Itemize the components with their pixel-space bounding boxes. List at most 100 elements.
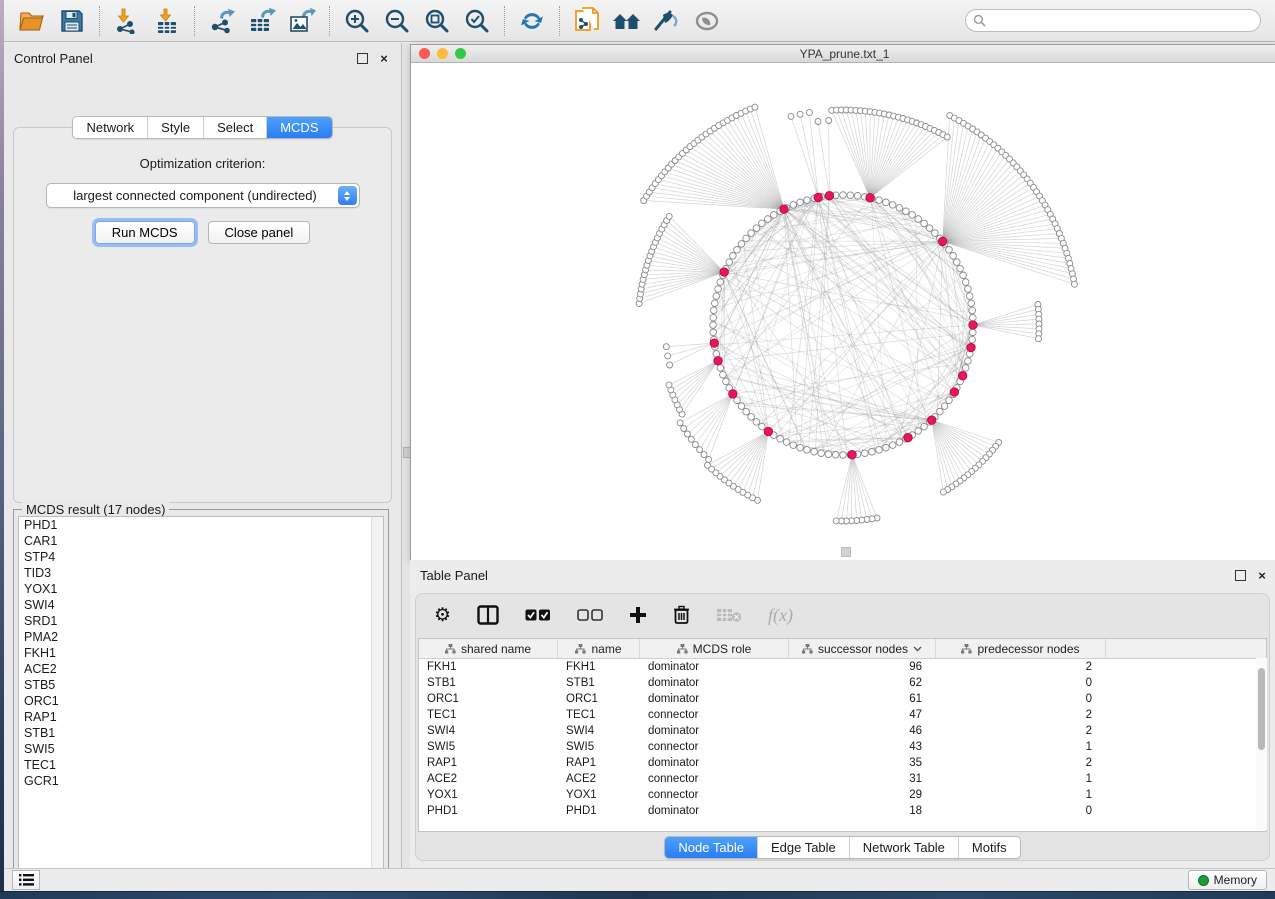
network-window-titlebar[interactable]: YPA_prune.txt_1 [411, 45, 1275, 63]
control-panel-tabs: NetworkStyleSelectMCDS [72, 116, 332, 139]
column-header-name[interactable]: name [558, 639, 640, 658]
table-row[interactable]: YOX1YOX1connector291 [419, 787, 1266, 803]
table-toolbar: ⚙ f(x) [416, 594, 1269, 636]
table-row[interactable]: TEC1TEC1connector472 [419, 707, 1266, 723]
mcds-result-list: PHD1CAR1STP4TID3YOX1SWI4SRD1PMA2FKH1ACE2… [18, 516, 384, 877]
criterion-dropdown[interactable]: largest connected component (undirected) [46, 183, 360, 208]
tab-motifs[interactable]: Motifs [959, 837, 1020, 858]
select-all-icon[interactable] [525, 602, 551, 628]
table-row[interactable]: SWI4SWI4dominator462 [419, 723, 1266, 739]
table-row[interactable]: PHD1PHD1dominator180 [419, 803, 1266, 819]
column-header-shared-name[interactable]: shared name [419, 639, 558, 658]
column-header-successor-nodes[interactable]: successor nodes [789, 639, 936, 658]
table-row[interactable]: STB1STB1dominator620 [419, 675, 1266, 691]
attribute-tree-icon [802, 644, 813, 654]
column-header-predecessor-nodes[interactable]: predecessor nodes [936, 639, 1106, 658]
deselect-all-icon[interactable] [577, 602, 603, 628]
mcds-result-item[interactable]: STB1 [19, 725, 383, 741]
table-row[interactable]: FKH1FKH1dominator962 [419, 659, 1266, 675]
table-cell: 1 [936, 741, 1106, 753]
float-panel-icon[interactable] [355, 51, 369, 65]
import-network-icon[interactable] [107, 4, 147, 38]
search-box[interactable] [965, 9, 1261, 32]
export-table-icon[interactable] [242, 4, 282, 38]
network-graph[interactable] [411, 63, 1275, 560]
attribute-tree-icon [575, 644, 586, 654]
export-network-icon[interactable] [202, 4, 242, 38]
table-cell: connector [640, 741, 789, 753]
table-cell: 1 [936, 789, 1106, 801]
tab-node-table[interactable]: Node Table [665, 837, 758, 858]
mcds-result-item[interactable]: GCR1 [19, 773, 383, 789]
table-row[interactable]: ACE2ACE2connector311 [419, 771, 1266, 787]
mcds-result-item[interactable]: ACE2 [19, 661, 383, 677]
tab-style[interactable]: Style [148, 117, 204, 138]
import-table-icon[interactable] [147, 4, 187, 38]
ndex-import-icon[interactable] [567, 4, 607, 38]
hide-details-icon[interactable] [647, 4, 687, 38]
mcds-result-item[interactable]: CAR1 [19, 533, 383, 549]
mcds-result-item[interactable]: SWI4 [19, 597, 383, 613]
table-row[interactable]: RAP1RAP1dominator352 [419, 755, 1266, 771]
tab-select[interactable]: Select [204, 117, 267, 138]
table-cell: 0 [936, 677, 1106, 689]
table-scrollbar[interactable] [1256, 658, 1267, 830]
mcds-list-scrollbar[interactable] [371, 517, 383, 876]
mcds-result-item[interactable]: STP4 [19, 549, 383, 565]
mcds-result-item[interactable]: STB5 [19, 677, 383, 693]
fit-content-icon[interactable] [417, 4, 457, 38]
export-image-icon[interactable] [282, 4, 322, 38]
column-header-MCDS-role[interactable]: MCDS role [640, 639, 789, 658]
table-scrollbar-thumb[interactable] [1258, 668, 1265, 750]
search-input[interactable] [986, 13, 1253, 29]
zoom-in-icon[interactable] [337, 4, 377, 38]
close-table-panel-icon[interactable]: × [1255, 568, 1269, 582]
table-row[interactable]: SWI5SWI5connector431 [419, 739, 1266, 755]
run-mcds-button[interactable]: Run MCDS [95, 221, 195, 244]
table-cell: dominator [640, 677, 789, 689]
tab-edge-table[interactable]: Edge Table [758, 837, 850, 858]
mcds-result-item[interactable]: FKH1 [19, 645, 383, 661]
open-session-icon[interactable] [12, 4, 52, 38]
ndex-home-icon[interactable] [607, 4, 647, 38]
window-zoom-icon[interactable] [455, 48, 466, 59]
tab-network[interactable]: Network [73, 117, 148, 138]
tab-mcds[interactable]: MCDS [267, 117, 331, 138]
mcds-result-item[interactable]: TEC1 [19, 757, 383, 773]
table-cell: SWI4 [419, 725, 558, 737]
window-close-icon[interactable] [419, 48, 430, 59]
mcds-result-item[interactable]: SRD1 [19, 613, 383, 629]
fit-selected-icon[interactable] [457, 4, 497, 38]
mcds-result-item[interactable]: PHD1 [19, 517, 383, 533]
float-table-panel-icon[interactable] [1233, 568, 1247, 582]
mcds-result-item[interactable]: TID3 [19, 565, 383, 581]
table-panel: Table Panel × ⚙ [410, 560, 1275, 868]
mcds-result-item[interactable]: SWI5 [19, 741, 383, 757]
show-columns-icon[interactable] [477, 602, 499, 628]
toolbar-separator [329, 6, 330, 36]
mcds-result-item[interactable]: YOX1 [19, 581, 383, 597]
memory-button[interactable]: Memory [1188, 870, 1267, 890]
network-canvas[interactable] [411, 63, 1275, 560]
task-history-button[interactable] [12, 870, 40, 890]
apply-layout-icon[interactable] [512, 4, 552, 38]
mcds-result-item[interactable]: PMA2 [19, 629, 383, 645]
tab-network-table[interactable]: Network Table [850, 837, 959, 858]
window-minimize-icon[interactable] [437, 48, 448, 59]
mcds-result-item[interactable]: RAP1 [19, 709, 383, 725]
zoom-out-icon[interactable] [377, 4, 417, 38]
table-cell: ORC1 [419, 693, 558, 705]
table-cell: SWI5 [558, 741, 640, 753]
table-settings-icon[interactable]: ⚙ [434, 602, 451, 628]
add-column-icon[interactable] [629, 602, 647, 628]
bird-eye-icon[interactable] [687, 4, 727, 38]
close-panel-icon[interactable]: × [377, 51, 391, 65]
canvas-scroll-handle[interactable] [841, 547, 851, 557]
mcds-result-item[interactable]: ORC1 [19, 693, 383, 709]
save-session-icon[interactable] [52, 4, 92, 38]
close-panel-button[interactable]: Close panel [208, 221, 311, 244]
table-row[interactable]: ORC1ORC1dominator610 [419, 691, 1266, 707]
attribute-tree-icon [677, 644, 688, 654]
delete-column-icon[interactable] [673, 602, 690, 628]
toolbar-separator [559, 6, 560, 36]
